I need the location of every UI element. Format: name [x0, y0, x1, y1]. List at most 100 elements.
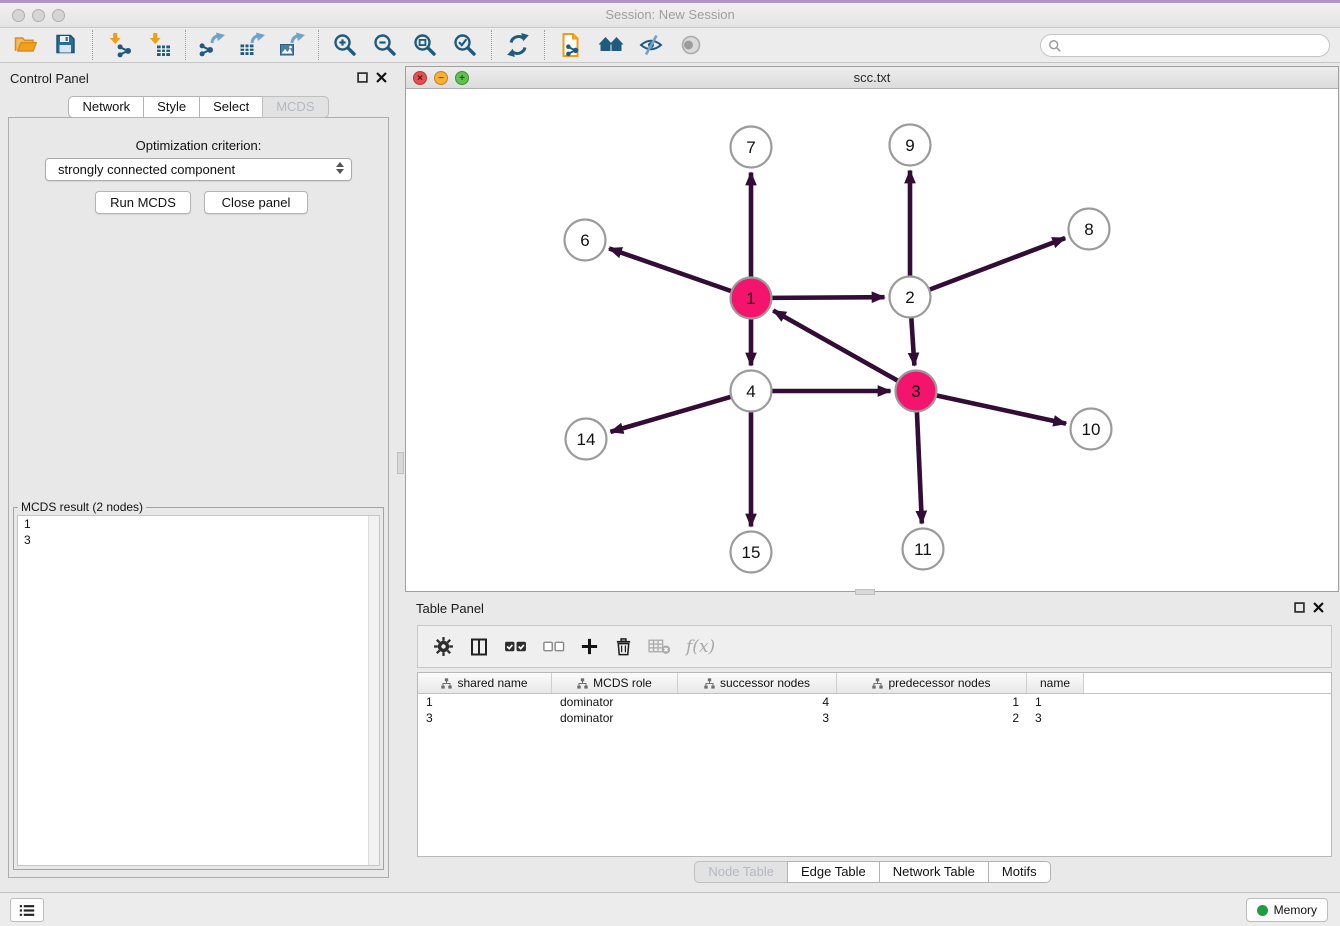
- cell-successor-nodes[interactable]: 4: [678, 694, 837, 710]
- zoom-selected-icon[interactable]: [445, 30, 485, 60]
- cell-predecessor-nodes[interactable]: 1: [837, 694, 1027, 710]
- export-image-icon[interactable]: [272, 30, 312, 60]
- splitter-handle-vertical[interactable]: [397, 452, 404, 474]
- duplicate-network-icon[interactable]: [551, 30, 591, 60]
- tab-motifs[interactable]: Motifs: [988, 861, 1051, 883]
- cell-successor-nodes[interactable]: 3: [678, 710, 837, 726]
- mcds-result-item[interactable]: 1: [18, 516, 379, 532]
- tab-edge-table[interactable]: Edge Table: [787, 861, 880, 883]
- control-panel-title: Control Panel: [10, 71, 89, 86]
- column-header-predecessor-nodes[interactable]: predecessor nodes: [837, 673, 1027, 693]
- open-file-icon[interactable]: [6, 30, 46, 60]
- close-panel-button[interactable]: Close panel: [204, 191, 308, 214]
- window-title: Session: New Session: [0, 7, 1340, 22]
- cell-predecessor-nodes[interactable]: 2: [837, 710, 1027, 726]
- tab-node-table[interactable]: Node Table: [694, 861, 788, 883]
- edge-2-8[interactable]: [929, 238, 1065, 290]
- node-label: 9: [905, 136, 914, 155]
- export-table-icon[interactable]: [232, 30, 272, 60]
- float-table-panel-icon[interactable]: [1294, 602, 1305, 613]
- table-row[interactable]: 1dominator411: [418, 694, 1331, 710]
- mcds-result-list[interactable]: 13: [17, 515, 380, 866]
- graph-node-7[interactable]: 7: [731, 127, 772, 168]
- close-panel-icon[interactable]: [376, 72, 387, 83]
- tab-style[interactable]: Style: [143, 96, 200, 118]
- delete-column-disabled-icon: [648, 638, 671, 655]
- result-scrollbar[interactable]: [368, 516, 379, 865]
- add-row-icon[interactable]: [580, 637, 599, 656]
- main-toolbar: [0, 28, 1340, 63]
- column-header-label: predecessor nodes: [888, 676, 990, 690]
- table-header-row: shared nameMCDS rolesuccessor nodes prede…: [418, 673, 1331, 694]
- tab-select[interactable]: Select: [199, 96, 263, 118]
- graph-node-9[interactable]: 9: [890, 125, 931, 166]
- node-label: 11: [914, 540, 932, 559]
- tab-network-table[interactable]: Network Table: [879, 861, 989, 883]
- tab-mcds[interactable]: MCDS: [262, 96, 328, 118]
- graph-node-15[interactable]: 15: [731, 532, 772, 573]
- edge-1-2[interactable]: [771, 297, 884, 298]
- edge-2-3[interactable]: [911, 317, 914, 365]
- cell-name[interactable]: 3: [1027, 710, 1084, 726]
- graph-node-6[interactable]: 6: [565, 220, 606, 261]
- import-table-icon[interactable]: [139, 30, 179, 60]
- zoom-fit-icon[interactable]: [405, 30, 445, 60]
- node-label: 6: [580, 231, 589, 250]
- graph-node-1[interactable]: 1: [731, 278, 772, 319]
- deselect-all-icon[interactable]: [542, 639, 565, 654]
- import-network-icon[interactable]: [99, 30, 139, 60]
- mcds-result-item[interactable]: 3: [18, 532, 379, 548]
- graph-node-14[interactable]: 14: [566, 419, 607, 460]
- column-header-name[interactable]: name: [1027, 673, 1084, 693]
- cell-name[interactable]: 1: [1027, 694, 1084, 710]
- table-toolbar: f(x): [417, 625, 1332, 668]
- graph-node-8[interactable]: 8: [1069, 209, 1110, 250]
- edge-3-11[interactable]: [917, 411, 922, 523]
- node-label: 1: [746, 289, 755, 308]
- graph-node-2[interactable]: 2: [890, 277, 931, 318]
- graph-node-3[interactable]: 3: [896, 371, 937, 412]
- export-network-icon[interactable]: [192, 30, 232, 60]
- search-icon: [1048, 39, 1062, 53]
- save-session-icon[interactable]: [46, 30, 86, 60]
- network-window-titlebar[interactable]: × − + scc.txt: [406, 67, 1338, 89]
- cell-shared-name[interactable]: 1: [418, 694, 552, 710]
- graph-node-11[interactable]: 11: [903, 529, 944, 570]
- graph-node-10[interactable]: 10: [1071, 409, 1112, 450]
- select-all-icon[interactable]: [504, 639, 527, 654]
- hide-panels-icon[interactable]: [631, 30, 671, 60]
- column-header-successor-nodes[interactable]: successor nodes: [678, 673, 837, 693]
- network-canvas[interactable]: 7 9 6 8 1 2 4 3 14 10 15 11: [406, 89, 1338, 591]
- home-icon[interactable]: [591, 30, 631, 60]
- float-panel-icon[interactable]: [357, 72, 368, 83]
- graph-node-4[interactable]: 4: [731, 371, 772, 412]
- cell-MCDS-role[interactable]: dominator: [552, 710, 678, 726]
- column-type-icon: [704, 678, 715, 689]
- table-row[interactable]: 3dominator323: [418, 710, 1331, 726]
- search-box[interactable]: [1040, 34, 1330, 57]
- edge-4-14[interactable]: [610, 397, 731, 432]
- search-input[interactable]: [1066, 37, 1329, 55]
- node-label: 4: [746, 382, 755, 401]
- memory-button[interactable]: Memory: [1246, 898, 1328, 922]
- cell-MCDS-role[interactable]: dominator: [552, 694, 678, 710]
- edge-3-10[interactable]: [936, 395, 1066, 423]
- settings-icon[interactable]: [433, 636, 454, 657]
- column-icon[interactable]: [469, 637, 489, 657]
- edge-1-6[interactable]: [609, 248, 732, 291]
- column-header-shared-name[interactable]: shared name: [418, 673, 552, 693]
- column-header-MCDS-role[interactable]: MCDS role: [552, 673, 678, 693]
- mcds-result-group: MCDS result (2 nodes) 13: [13, 500, 384, 870]
- tab-network[interactable]: Network: [68, 96, 144, 118]
- criterion-dropdown[interactable]: strongly connected component: [45, 158, 352, 181]
- refresh-view-icon[interactable]: [498, 30, 538, 60]
- run-mcds-button[interactable]: Run MCDS: [95, 191, 191, 214]
- edge-3-1[interactable]: [773, 311, 898, 381]
- toolbar-separator: [318, 30, 319, 60]
- cell-shared-name[interactable]: 3: [418, 710, 552, 726]
- close-table-panel-icon[interactable]: [1313, 602, 1324, 613]
- delete-row-icon[interactable]: [614, 637, 633, 657]
- task-history-button[interactable]: [10, 898, 44, 922]
- zoom-in-icon[interactable]: [325, 30, 365, 60]
- zoom-out-icon[interactable]: [365, 30, 405, 60]
